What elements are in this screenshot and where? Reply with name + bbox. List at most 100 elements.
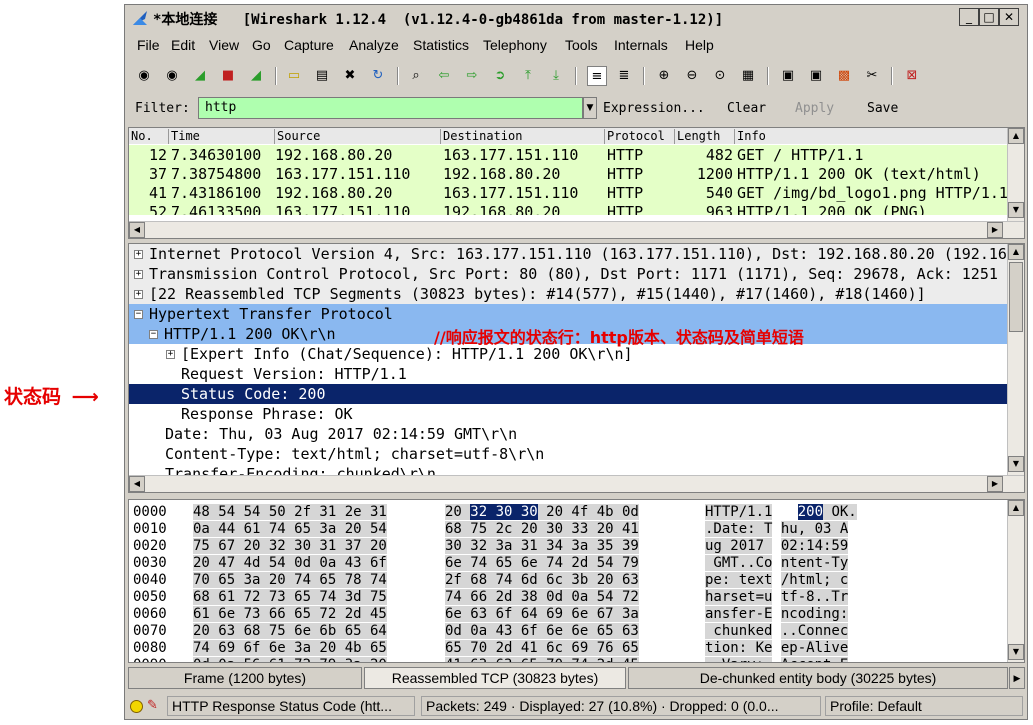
tree-item-status-line[interactable]: − HTTP/1.1 200 OK\r\n //响应报文的状态行：http版本、… (129, 324, 1009, 347)
capture-filters-icon[interactable]: ▣ (779, 66, 797, 84)
expert-info-icon[interactable] (130, 700, 143, 713)
go-first-icon[interactable]: ⤒ (519, 66, 537, 84)
hex-row[interactable]: 0090 0d 0a 56 61 72 79 3a 20 41 63 63 65 7… (129, 657, 1009, 662)
hex-row[interactable]: 0060 61 6e 73 66 65 72 2d 45 6e 63 6f 64 6… (129, 606, 1009, 623)
scroll-left-icon[interactable]: ◀ (129, 476, 145, 492)
close-button[interactable]: ✕ (999, 8, 1019, 26)
hex-row[interactable]: 0010 0a 44 61 74 65 3a 20 54 68 75 2c 20 3… (129, 521, 1009, 538)
tree-item-expert-info[interactable]: + [Expert Info (Chat/Sequence): HTTP/1.1… (129, 344, 1009, 364)
scroll-down-icon[interactable]: ▼ (1008, 202, 1024, 218)
menu-analyze[interactable]: Analyze (349, 37, 399, 53)
stop-capture-icon[interactable]: ■ (219, 66, 237, 84)
menu-capture[interactable]: Capture (284, 37, 334, 53)
scroll-left-icon[interactable]: ◀ (129, 222, 145, 238)
normal-size-icon[interactable]: ⊙ (711, 66, 729, 84)
coloring-rules-icon[interactable]: ▩ (835, 66, 853, 84)
hex-row[interactable]: 0030 20 47 4d 54 0d 0a 43 6f 6e 74 65 6e 7… (129, 555, 1009, 572)
tab-reassembled-tcp[interactable]: Reassembled TCP (30823 bytes) (364, 667, 626, 689)
interfaces-icon[interactable]: ◉ (135, 66, 153, 84)
column-time[interactable]: Time (169, 129, 275, 144)
scroll-down-icon[interactable]: ▼ (1008, 644, 1024, 660)
packet-row[interactable]: 37 7.38754800 163.177.151.110 192.168.80… (129, 164, 1009, 183)
column-info[interactable]: Info (735, 129, 1009, 144)
auto-scroll-icon[interactable]: ≣ (615, 66, 633, 84)
go-to-packet-icon[interactable]: ➲ (491, 66, 509, 84)
menu-tools[interactable]: Tools (565, 37, 598, 53)
scroll-right-icon[interactable]: ▶ (987, 476, 1003, 492)
expand-icon[interactable]: + (134, 270, 143, 279)
menu-view[interactable]: View (209, 37, 239, 53)
scroll-up-icon[interactable]: ▲ (1008, 128, 1024, 144)
tree-item-content-type[interactable]: Content-Type: text/html; charset=utf-8\r… (129, 444, 1009, 464)
hex-row[interactable]: 0020 75 67 20 32 30 31 37 20 30 32 3a 31 3… (129, 538, 1009, 555)
packet-list-vscroll[interactable]: ▲ ▼ (1007, 128, 1024, 221)
tree-item-status-code[interactable]: Status Code: 200 (129, 384, 1009, 404)
save-filter-button[interactable]: Save (867, 101, 898, 116)
collapse-icon[interactable]: − (134, 310, 143, 319)
scroll-down-icon[interactable]: ▼ (1008, 456, 1024, 472)
capture-comment-icon[interactable]: ✎ (147, 698, 163, 714)
tree-item-transfer-encoding[interactable]: Transfer-Encoding: chunked\r\n (129, 464, 1009, 475)
status-profile[interactable]: Profile: Default (825, 696, 1023, 716)
maximize-button[interactable]: □ (979, 8, 999, 26)
menu-telephony[interactable]: Telephony (483, 37, 547, 53)
menu-internals[interactable]: Internals (614, 37, 668, 53)
zoom-in-icon[interactable]: ⊕ (655, 66, 673, 84)
find-packet-icon[interactable]: ⌕ (407, 66, 425, 84)
minimize-button[interactable]: _ (959, 8, 979, 26)
menu-statistics[interactable]: Statistics (413, 37, 469, 53)
zoom-out-icon[interactable]: ⊖ (683, 66, 701, 84)
column-destination[interactable]: Destination (441, 129, 605, 144)
expression-button[interactable]: Expression... (603, 101, 705, 116)
clear-button[interactable]: Clear (727, 101, 766, 116)
open-file-icon[interactable]: ▭ (285, 66, 303, 84)
expand-icon[interactable]: + (166, 350, 175, 359)
packet-row[interactable]: 12 7.34630100 192.168.80.20 163.177.151.… (129, 145, 1009, 164)
tree-item-response-phrase[interactable]: Response Phrase: OK (129, 404, 1009, 424)
scroll-right-icon[interactable]: ▶ (987, 222, 1003, 238)
go-back-icon[interactable]: ⇦ (435, 66, 453, 84)
packet-row[interactable]: 52 7.46133500 163.177.151.110 192.168.80… (129, 202, 1009, 215)
preferences-icon[interactable]: ✂ (863, 66, 881, 84)
hex-row[interactable]: 0050 68 61 72 73 65 74 3d 75 74 66 2d 38 0… (129, 589, 1009, 606)
start-capture-icon[interactable]: ◢ (191, 66, 209, 84)
menu-edit[interactable]: Edit (171, 37, 195, 53)
tab-dechunked-body[interactable]: De-chunked entity body (30225 bytes) (628, 667, 1008, 689)
apply-button[interactable]: Apply (795, 101, 834, 116)
bytes-vscroll[interactable]: ▲ ▼ (1007, 500, 1024, 662)
collapse-icon[interactable]: − (149, 330, 158, 339)
hex-row[interactable]: 0000 48 54 54 50 2f 31 2e 31 20 32 30 30 2… (129, 504, 1009, 521)
expand-icon[interactable]: + (134, 250, 143, 259)
resize-columns-icon[interactable]: ▦ (739, 66, 757, 84)
help-icon[interactable]: ⊠ (903, 66, 921, 84)
save-file-icon[interactable]: ▤ (313, 66, 331, 84)
tree-item-date[interactable]: Date: Thu, 03 Aug 2017 02:14:59 GMT\r\n (129, 424, 1009, 444)
menu-file[interactable]: File (137, 37, 160, 53)
filter-dropdown-icon[interactable]: ▼ (583, 97, 597, 119)
packet-list-hscroll[interactable]: ◀ ▶ (129, 221, 1024, 238)
column-no[interactable]: No. (129, 129, 169, 144)
colorize-icon[interactable]: ≡ (587, 66, 607, 86)
close-file-icon[interactable]: ✖ (341, 66, 359, 84)
hex-row[interactable]: 0040 70 65 3a 20 74 65 78 74 2f 68 74 6d 6… (129, 572, 1009, 589)
scroll-up-icon[interactable]: ▲ (1008, 244, 1024, 260)
packet-row[interactable]: 41 7.43186100 192.168.80.20 163.177.151.… (129, 183, 1009, 202)
column-protocol[interactable]: Protocol (605, 129, 675, 144)
details-vscroll[interactable]: ▲ ▼ (1007, 244, 1024, 475)
go-forward-icon[interactable]: ⇨ (463, 66, 481, 84)
hex-row[interactable]: 0070 20 63 68 75 6e 6b 65 64 0d 0a 43 6f 6… (129, 623, 1009, 640)
scroll-up-icon[interactable]: ▲ (1008, 500, 1024, 516)
filter-input[interactable]: http (198, 97, 583, 119)
display-filters-icon[interactable]: ▣ (807, 66, 825, 84)
column-length[interactable]: Length (675, 129, 735, 144)
scroll-thumb[interactable] (1009, 262, 1023, 332)
restart-capture-icon[interactable]: ◢ (247, 66, 265, 84)
tree-item-http[interactable]: − Hypertext Transfer Protocol (129, 304, 1009, 324)
tree-item-request-version[interactable]: Request Version: HTTP/1.1 (129, 364, 1009, 384)
tree-item-ip[interactable]: + Internet Protocol Version 4, Src: 163.… (129, 244, 1024, 264)
tree-item-reassembled[interactable]: + [22 Reassembled TCP Segments (30823 by… (129, 284, 1009, 304)
go-last-icon[interactable]: ⤓ (547, 66, 565, 84)
column-source[interactable]: Source (275, 129, 441, 144)
reload-icon[interactable]: ↻ (369, 66, 387, 84)
tab-frame[interactable]: Frame (1200 bytes) (128, 667, 362, 689)
